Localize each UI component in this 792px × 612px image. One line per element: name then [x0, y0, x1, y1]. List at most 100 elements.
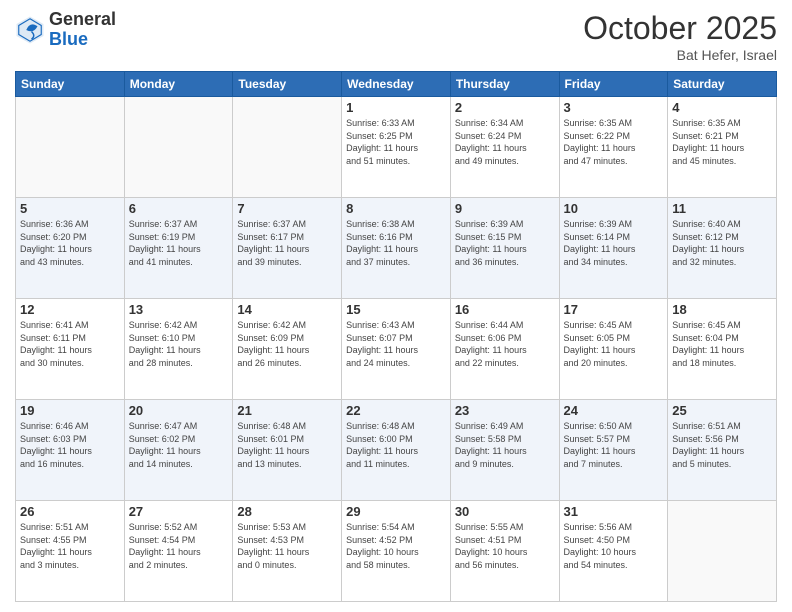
calendar-cell: 3 Sunrise: 6:35 AM Sunset: 6:22 PM Daylig… — [559, 97, 668, 198]
day-number: 12 — [20, 302, 120, 317]
day-number: 10 — [564, 201, 664, 216]
day-info: Sunrise: 6:43 AM Sunset: 6:07 PM Dayligh… — [346, 319, 446, 369]
day-number: 23 — [455, 403, 555, 418]
day-number: 24 — [564, 403, 664, 418]
day-number: 29 — [346, 504, 446, 519]
day-info: Sunrise: 5:51 AM Sunset: 4:55 PM Dayligh… — [20, 521, 120, 571]
calendar-cell: 1 Sunrise: 6:33 AM Sunset: 6:25 PM Daylig… — [342, 97, 451, 198]
day-number: 16 — [455, 302, 555, 317]
day-number: 25 — [672, 403, 772, 418]
day-number: 5 — [20, 201, 120, 216]
day-number: 3 — [564, 100, 664, 115]
calendar-table: Sunday Monday Tuesday Wednesday Thursday… — [15, 71, 777, 602]
day-info: Sunrise: 6:51 AM Sunset: 5:56 PM Dayligh… — [672, 420, 772, 470]
day-number: 6 — [129, 201, 229, 216]
calendar-cell — [16, 97, 125, 198]
day-info: Sunrise: 6:45 AM Sunset: 6:04 PM Dayligh… — [672, 319, 772, 369]
calendar-cell: 21 Sunrise: 6:48 AM Sunset: 6:01 PM Dayli… — [233, 400, 342, 501]
day-info: Sunrise: 6:49 AM Sunset: 5:58 PM Dayligh… — [455, 420, 555, 470]
calendar-cell: 30 Sunrise: 5:55 AM Sunset: 4:51 PM Dayli… — [450, 501, 559, 602]
calendar-cell: 10 Sunrise: 6:39 AM Sunset: 6:14 PM Dayli… — [559, 198, 668, 299]
day-info: Sunrise: 6:36 AM Sunset: 6:20 PM Dayligh… — [20, 218, 120, 268]
day-info: Sunrise: 5:55 AM Sunset: 4:51 PM Dayligh… — [455, 521, 555, 571]
calendar-cell: 11Sunrise: 6:40 AM Sunset: 6:12 PM Dayli… — [668, 198, 777, 299]
header-saturday: Saturday — [668, 72, 777, 97]
location-subtitle: Bat Hefer, Israel — [583, 47, 777, 63]
day-info: Sunrise: 6:35 AM Sunset: 6:22 PM Dayligh… — [564, 117, 664, 167]
calendar-cell: 9Sunrise: 6:39 AM Sunset: 6:15 PM Daylig… — [450, 198, 559, 299]
day-number: 7 — [237, 201, 337, 216]
calendar-cell — [668, 501, 777, 602]
logo: General Blue — [15, 10, 116, 50]
calendar-cell: 12 Sunrise: 6:41 AM Sunset: 6:11 PM Dayli… — [16, 299, 125, 400]
day-info: Sunrise: 6:37 AM Sunset: 6:19 PM Dayligh… — [129, 218, 229, 268]
calendar-cell: 5 Sunrise: 6:36 AM Sunset: 6:20 PM Daylig… — [16, 198, 125, 299]
day-info: Sunrise: 6:40 AM Sunset: 6:12 PM Dayligh… — [672, 218, 772, 268]
day-number: 30 — [455, 504, 555, 519]
day-number: 21 — [237, 403, 337, 418]
calendar-cell: 29 Sunrise: 5:54 AM Sunset: 4:52 PM Dayli… — [342, 501, 451, 602]
calendar-cell: 25 Sunrise: 6:51 AM Sunset: 5:56 PM Dayli… — [668, 400, 777, 501]
calendar-cell: 26 Sunrise: 5:51 AM Sunset: 4:55 PM Dayli… — [16, 501, 125, 602]
day-number: 9 — [455, 201, 555, 216]
day-number: 1 — [346, 100, 446, 115]
calendar-cell: 14 Sunrise: 6:42 AM Sunset: 6:09 PM Dayli… — [233, 299, 342, 400]
day-number: 19 — [20, 403, 120, 418]
calendar-cell: 24Sunrise: 6:50 AM Sunset: 5:57 PM Dayli… — [559, 400, 668, 501]
calendar-cell: 8 Sunrise: 6:38 AM Sunset: 6:16 PM Daylig… — [342, 198, 451, 299]
day-info: Sunrise: 6:45 AM Sunset: 6:05 PM Dayligh… — [564, 319, 664, 369]
day-number: 8 — [346, 201, 446, 216]
day-number: 22 — [346, 403, 446, 418]
day-info: Sunrise: 5:53 AM Sunset: 4:53 PM Dayligh… — [237, 521, 337, 571]
day-number: 26 — [20, 504, 120, 519]
calendar-header-row: Sunday Monday Tuesday Wednesday Thursday… — [16, 72, 777, 97]
day-number: 2 — [455, 100, 555, 115]
calendar-week-row-2: 5 Sunrise: 6:36 AM Sunset: 6:20 PM Daylig… — [16, 198, 777, 299]
day-info: Sunrise: 6:47 AM Sunset: 6:02 PM Dayligh… — [129, 420, 229, 470]
day-info: Sunrise: 5:54 AM Sunset: 4:52 PM Dayligh… — [346, 521, 446, 571]
day-number: 14 — [237, 302, 337, 317]
day-info: Sunrise: 6:44 AM Sunset: 6:06 PM Dayligh… — [455, 319, 555, 369]
day-info: Sunrise: 6:48 AM Sunset: 6:00 PM Dayligh… — [346, 420, 446, 470]
header-sunday: Sunday — [16, 72, 125, 97]
title-section: October 2025 Bat Hefer, Israel — [583, 10, 777, 63]
calendar-cell: 23 Sunrise: 6:49 AM Sunset: 5:58 PM Dayli… — [450, 400, 559, 501]
logo-text: General Blue — [49, 10, 116, 50]
calendar-cell: 4Sunrise: 6:35 AM Sunset: 6:21 PM Daylig… — [668, 97, 777, 198]
calendar-cell: 22 Sunrise: 6:48 AM Sunset: 6:00 PM Dayli… — [342, 400, 451, 501]
calendar-week-row-3: 12 Sunrise: 6:41 AM Sunset: 6:11 PM Dayli… — [16, 299, 777, 400]
day-info: Sunrise: 6:48 AM Sunset: 6:01 PM Dayligh… — [237, 420, 337, 470]
day-info: Sunrise: 5:56 AM Sunset: 4:50 PM Dayligh… — [564, 521, 664, 571]
header-monday: Monday — [124, 72, 233, 97]
calendar-cell — [233, 97, 342, 198]
header-tuesday: Tuesday — [233, 72, 342, 97]
calendar-cell: 16 Sunrise: 6:44 AM Sunset: 6:06 PM Dayli… — [450, 299, 559, 400]
calendar-cell: 15 Sunrise: 6:43 AM Sunset: 6:07 PM Dayli… — [342, 299, 451, 400]
day-info: Sunrise: 6:37 AM Sunset: 6:17 PM Dayligh… — [237, 218, 337, 268]
day-info: Sunrise: 6:38 AM Sunset: 6:16 PM Dayligh… — [346, 218, 446, 268]
day-number: 18 — [672, 302, 772, 317]
day-number: 20 — [129, 403, 229, 418]
day-info: Sunrise: 6:42 AM Sunset: 6:09 PM Dayligh… — [237, 319, 337, 369]
logo-blue: Blue — [49, 30, 116, 50]
header-friday: Friday — [559, 72, 668, 97]
calendar-cell — [124, 97, 233, 198]
calendar-cell: 17 Sunrise: 6:45 AM Sunset: 6:05 PM Dayli… — [559, 299, 668, 400]
calendar-week-row-1: 1 Sunrise: 6:33 AM Sunset: 6:25 PM Daylig… — [16, 97, 777, 198]
logo-general: General — [49, 10, 116, 30]
calendar-cell: 27Sunrise: 5:52 AM Sunset: 4:54 PM Dayli… — [124, 501, 233, 602]
header-wednesday: Wednesday — [342, 72, 451, 97]
day-number: 13 — [129, 302, 229, 317]
day-info: Sunrise: 6:41 AM Sunset: 6:11 PM Dayligh… — [20, 319, 120, 369]
day-number: 15 — [346, 302, 446, 317]
day-info: Sunrise: 6:34 AM Sunset: 6:24 PM Dayligh… — [455, 117, 555, 167]
calendar-cell: 13Sunrise: 6:42 AM Sunset: 6:10 PM Dayli… — [124, 299, 233, 400]
calendar-cell: 28 Sunrise: 5:53 AM Sunset: 4:53 PM Dayli… — [233, 501, 342, 602]
day-number: 17 — [564, 302, 664, 317]
calendar-cell: 2 Sunrise: 6:34 AM Sunset: 6:24 PM Daylig… — [450, 97, 559, 198]
day-number: 28 — [237, 504, 337, 519]
day-info: Sunrise: 6:39 AM Sunset: 6:14 PM Dayligh… — [564, 218, 664, 268]
day-info: Sunrise: 6:33 AM Sunset: 6:25 PM Dayligh… — [346, 117, 446, 167]
logo-icon — [15, 15, 45, 45]
calendar-week-row-5: 26 Sunrise: 5:51 AM Sunset: 4:55 PM Dayli… — [16, 501, 777, 602]
